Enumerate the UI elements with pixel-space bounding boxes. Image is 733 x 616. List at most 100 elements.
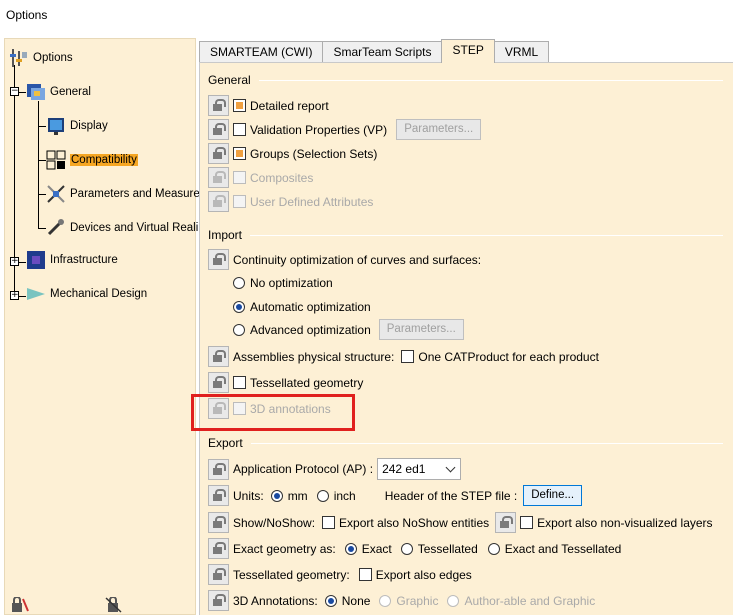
lock-icon[interactable]: [208, 485, 229, 506]
tessellated-geometry-label: Tessellated geometry: [250, 375, 364, 390]
row-units: Units: mm inch Header of the STEP file :…: [208, 485, 583, 506]
annot-3d-label: 3D Annotations:: [233, 593, 318, 608]
groups-label: Groups (Selection Sets): [250, 146, 378, 161]
annot-none-radio[interactable]: [324, 594, 337, 607]
export-edges-label: Export also edges: [375, 567, 472, 582]
no-optimization-radio[interactable]: [233, 277, 245, 289]
section-import: Import: [208, 228, 723, 242]
tab-step[interactable]: STEP: [441, 39, 495, 63]
lock-icon[interactable]: [208, 372, 229, 393]
groups-checkbox[interactable]: [233, 147, 246, 160]
export-nonvisualized-checkbox[interactable]: [520, 516, 534, 529]
devices-icon: [46, 218, 66, 238]
export-noshow-checkbox[interactable]: [322, 516, 336, 529]
annot-graphic-radio: [379, 594, 392, 607]
lock-icon[interactable]: [208, 538, 229, 559]
tree-item-general[interactable]: General: [26, 82, 91, 102]
export-nonvisualized-label: Export also non-visualized layers: [537, 515, 713, 530]
exact-and-tessellated-label: Exact and Tessellated: [504, 541, 622, 556]
tree-root-options[interactable]: Options: [9, 48, 73, 68]
reset-icon[interactable]: [105, 596, 123, 613]
row-no-optimization: No optimization: [233, 276, 333, 290]
tab-vrml[interactable]: VRML: [493, 41, 550, 63]
lock-icon: [208, 191, 229, 212]
advanced-optimization-label: Advanced optimization: [250, 322, 371, 337]
tree-item-parameters-measure[interactable]: Parameters and Measure: [46, 184, 200, 204]
tree-item-compatibility[interactable]: Compatibility: [46, 150, 138, 170]
advanced-optimization-radio[interactable]: [233, 323, 245, 336]
tree-item-label: Devices and Virtual Reali: [70, 222, 199, 234]
section-general: General: [208, 73, 723, 87]
validation-properties-label: Validation Properties (VP): [250, 122, 388, 137]
unit-mm-label: mm: [287, 488, 308, 503]
expand-mechanical-toggle[interactable]: +: [10, 291, 19, 300]
lock-icon[interactable]: [208, 143, 229, 164]
unit-inch-radio[interactable]: [316, 489, 329, 502]
lock-icon[interactable]: [208, 512, 229, 533]
highlight-box: [191, 394, 355, 431]
vp-parameters-button[interactable]: Parameters...: [396, 119, 482, 140]
lock-icon[interactable]: [208, 249, 229, 270]
lock-icon[interactable]: [208, 346, 229, 367]
infrastructure-icon: [26, 250, 46, 270]
tab-smarteam-scripts[interactable]: SmarTeam Scripts: [322, 41, 443, 63]
tree-item-devices[interactable]: Devices and Virtual Reali: [46, 218, 198, 238]
exact-radio[interactable]: [344, 542, 357, 555]
automatic-optimization-label: Automatic optimization: [250, 300, 371, 314]
one-catproduct-checkbox[interactable]: [401, 350, 415, 363]
lock-icon[interactable]: [495, 512, 517, 533]
exact-and-tessellated-radio[interactable]: [487, 542, 500, 555]
automatic-optimization-radio[interactable]: [233, 301, 245, 313]
lock-icon[interactable]: [208, 458, 229, 480]
tree-item-display[interactable]: Display: [46, 116, 108, 136]
row-user-defined-attributes: User Defined Attributes: [208, 191, 373, 212]
lock-all-icon[interactable]: [11, 596, 29, 613]
tab-bar: SMARTEAM (CWI) SmarTeam Scripts STEP VRM…: [199, 39, 550, 63]
units-label: Units:: [233, 488, 264, 503]
row-import-tessellated: Tessellated geometry: [208, 372, 363, 393]
tree-item-mechanical-design[interactable]: Mechanical Design: [26, 284, 147, 304]
advanced-parameters-button[interactable]: Parameters...: [378, 319, 464, 340]
tree-item-label: General: [50, 86, 91, 98]
annot-authorable-radio: [447, 594, 460, 607]
lock-icon[interactable]: [208, 119, 229, 140]
parameters-icon: [46, 184, 66, 204]
window-title: Options: [6, 8, 48, 22]
validation-properties-checkbox[interactable]: [233, 123, 246, 136]
assemblies-label: Assemblies physical structure:: [233, 349, 395, 364]
export-edges-checkbox[interactable]: [358, 568, 372, 581]
tab-smarteam-cwi[interactable]: SMARTEAM (CWI): [199, 41, 324, 63]
unit-mm-radio[interactable]: [270, 489, 283, 502]
one-catproduct-label: One CATProduct for each product: [418, 349, 599, 364]
tessellated-geometry-checkbox[interactable]: [233, 376, 246, 389]
general-icon: [26, 82, 46, 102]
row-composites: Composites: [208, 167, 313, 188]
expand-general-toggle[interactable]: −: [10, 87, 19, 96]
detailed-report-checkbox[interactable]: [233, 99, 246, 112]
annot-authorable-label: Author-able and Graphic: [464, 593, 596, 608]
window-title-bar: Options: [0, 0, 733, 34]
annot-graphic-label: Graphic: [396, 593, 439, 608]
row-show-noshow: Show/NoShow: Export also NoShow entities…: [208, 512, 713, 533]
ap-select[interactable]: 242 ed1: [377, 458, 462, 480]
section-title: Import: [208, 228, 243, 242]
row-application-protocol: Application Protocol (AP) : 242 ed1: [208, 458, 462, 480]
tessellated-radio[interactable]: [400, 542, 413, 555]
lock-icon[interactable]: [208, 95, 229, 116]
tree-item-label: Parameters and Measure: [70, 188, 200, 200]
row-tessellated-geometry-export: Tessellated geometry: Export also edges: [208, 564, 472, 585]
define-header-button[interactable]: Define...: [523, 485, 583, 506]
expand-infrastructure-toggle[interactable]: +: [10, 257, 19, 266]
lock-icon[interactable]: [208, 564, 229, 585]
tree-item-label: Compatibility: [70, 154, 138, 166]
tree-item-infrastructure[interactable]: Infrastructure: [26, 250, 118, 270]
lock-icon[interactable]: [208, 590, 229, 611]
row-continuity: Continuity optimization of curves and su…: [208, 249, 481, 270]
row-3d-annotations-export: 3D Annotations: None Graphic Author-able…: [208, 590, 595, 611]
exact-label: Exact: [361, 541, 392, 556]
exact-geometry-label: Exact geometry as:: [233, 541, 336, 556]
tessellated-label: Tessellated: [417, 541, 478, 556]
mechanical-design-icon: [26, 284, 46, 304]
row-automatic-optimization: Automatic optimization: [233, 300, 371, 314]
tree-item-label: Mechanical Design: [50, 288, 148, 300]
